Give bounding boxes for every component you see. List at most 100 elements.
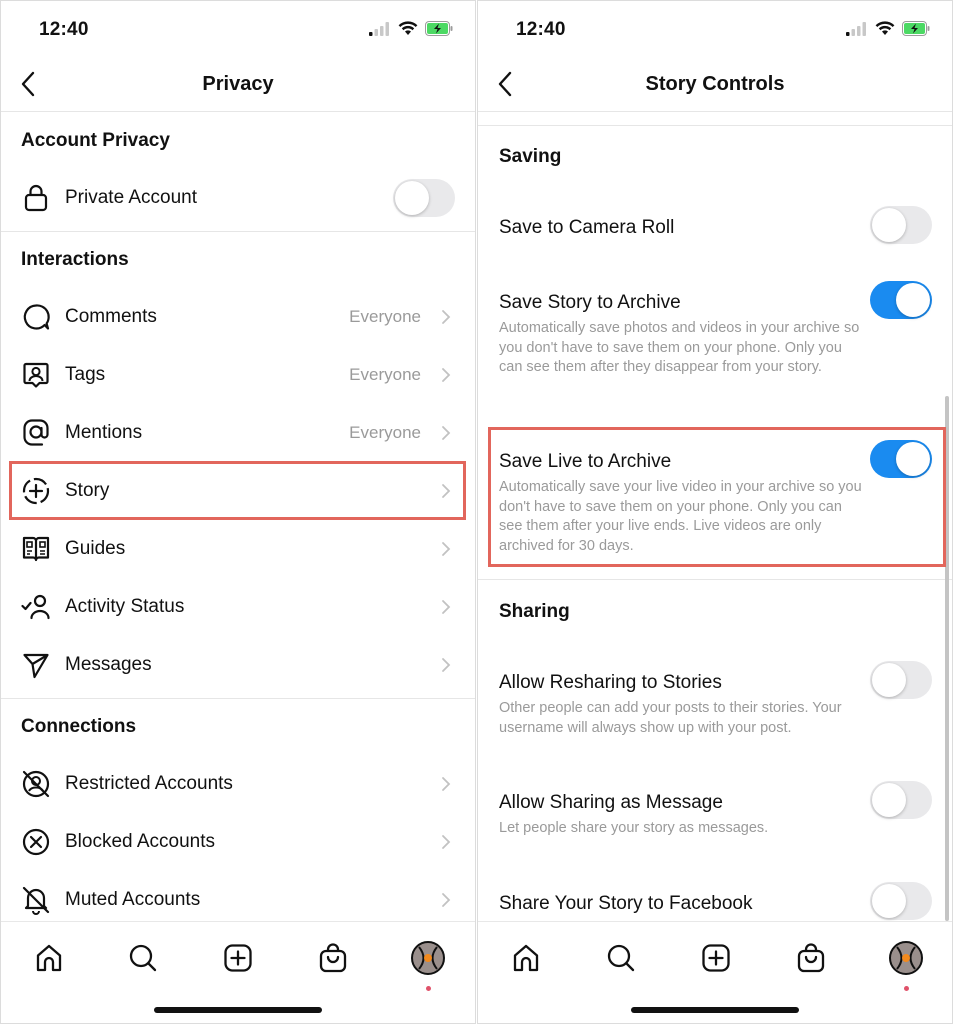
tab-create[interactable] (216, 936, 260, 980)
tab-search[interactable] (121, 936, 165, 980)
toggle-knob (896, 442, 930, 476)
chevron-right-icon (442, 484, 451, 498)
profile-avatar (889, 941, 923, 975)
chevron-right-icon (442, 310, 451, 324)
row-label: Tags (65, 364, 106, 385)
setting-save-story-to-archive: Save Story to Archive Automatically save… (499, 281, 952, 378)
activity-status-icon (21, 592, 51, 622)
chevron-right-icon (442, 368, 451, 382)
setting-allow-sharing-message: Allow Sharing as Message Let people shar… (499, 781, 952, 839)
row-activity-status[interactable]: Activity Status (1, 578, 475, 636)
profile-avatar (411, 941, 445, 975)
row-tags[interactable]: Tags Everyone (1, 346, 475, 404)
tab-profile[interactable] (406, 936, 450, 991)
row-label: Messages (65, 654, 152, 675)
story-controls-screen: 12:40 Story Controls Saving Save to Came… (477, 0, 953, 1024)
row-private-account: Private Account (1, 169, 475, 227)
signal-icon (846, 21, 866, 36)
page-title: Privacy (202, 73, 274, 95)
section-title-connections: Connections (21, 716, 137, 737)
setting-allow-resharing: Allow Resharing to Stories Other people … (499, 661, 952, 738)
row-messages[interactable]: Messages (1, 636, 475, 694)
notification-dot (425, 986, 431, 991)
create-post-icon (702, 944, 730, 972)
toggle-knob (872, 884, 906, 918)
story-add-icon (21, 476, 51, 506)
tab-bar (478, 921, 952, 1023)
allow-sharing-message-toggle[interactable] (870, 781, 932, 819)
private-account-toggle[interactable] (393, 179, 455, 217)
privacy-list: Account Privacy Private Account Interact… (1, 113, 475, 921)
row-label: Restricted Accounts (65, 773, 233, 794)
row-blocked-accounts[interactable]: Blocked Accounts (1, 813, 475, 871)
nav-bar: Privacy (1, 59, 475, 112)
status-time: 12:40 (39, 19, 89, 40)
guide-book-icon (21, 534, 51, 564)
row-label: Mentions (65, 422, 143, 443)
row-label: Muted Accounts (65, 889, 201, 910)
share-to-facebook-toggle[interactable] (870, 882, 932, 920)
comment-icon (21, 302, 51, 332)
chevron-right-icon (442, 600, 451, 614)
tab-home[interactable] (504, 936, 548, 980)
home-indicator (154, 1007, 322, 1013)
status-bar: 12:40 (1, 1, 475, 61)
row-guides[interactable]: Guides (1, 520, 475, 578)
chevron-right-icon (442, 426, 451, 440)
search-icon (129, 944, 157, 972)
page-title: Story Controls (645, 73, 785, 95)
chevron-right-icon (442, 658, 451, 672)
row-mentions[interactable]: Mentions Everyone (1, 404, 475, 462)
tab-create[interactable] (694, 936, 738, 980)
row-muted-accounts[interactable]: Muted Accounts (1, 871, 475, 921)
story-controls-list: Saving Save to Camera Roll Save Story to… (478, 125, 952, 921)
chevron-right-icon (442, 893, 451, 907)
save-live-to-archive-toggle[interactable] (870, 440, 932, 478)
home-icon (36, 944, 62, 972)
setting-description: Automatically save your live video in yo… (499, 479, 862, 554)
section-title-saving: Saving (499, 146, 562, 167)
divider (478, 579, 952, 580)
toggle-knob (896, 283, 930, 317)
tag-person-icon (21, 360, 51, 390)
lock-icon (21, 183, 51, 213)
tab-bar (1, 921, 475, 1023)
scrollbar[interactable] (945, 396, 949, 921)
row-label: Blocked Accounts (65, 831, 215, 852)
restricted-icon (21, 769, 51, 799)
shop-bag-icon (797, 943, 825, 973)
tab-home[interactable] (27, 936, 71, 980)
row-comments[interactable]: Comments Everyone (1, 288, 475, 346)
paper-plane-icon (21, 650, 51, 680)
section-title-interactions: Interactions (21, 249, 129, 270)
tab-shop[interactable] (789, 936, 833, 980)
wifi-icon (875, 21, 895, 35)
blocked-icon (21, 827, 51, 857)
row-label: Comments (65, 306, 157, 327)
save-story-to-archive-toggle[interactable] (870, 281, 932, 319)
row-label: Guides (65, 538, 126, 559)
row-value: Everyone (349, 423, 421, 442)
row-label: Story (65, 480, 110, 501)
save-to-camera-roll-toggle[interactable] (870, 206, 932, 244)
allow-resharing-toggle[interactable] (870, 661, 932, 699)
section-title-sharing: Sharing (499, 601, 570, 622)
status-bar: 12:40 (478, 1, 952, 61)
battery-charging-icon (902, 21, 930, 36)
muted-bell-icon (21, 885, 51, 915)
row-value: Everyone (349, 365, 421, 384)
row-restricted-accounts[interactable]: Restricted Accounts (1, 755, 475, 813)
home-icon (513, 944, 539, 972)
battery-charging-icon (425, 21, 453, 36)
tab-profile[interactable] (884, 936, 928, 991)
status-icons (846, 21, 930, 36)
tab-shop[interactable] (311, 936, 355, 980)
notification-dot (903, 986, 909, 991)
row-story[interactable]: Story (1, 462, 475, 520)
shop-bag-icon (319, 943, 347, 973)
chevron-right-icon (442, 835, 451, 849)
tab-search[interactable] (599, 936, 643, 980)
toggle-knob (872, 663, 906, 697)
chevron-right-icon (442, 777, 451, 791)
setting-save-live-to-archive: Save Live to Archive Automatically save … (499, 440, 952, 556)
